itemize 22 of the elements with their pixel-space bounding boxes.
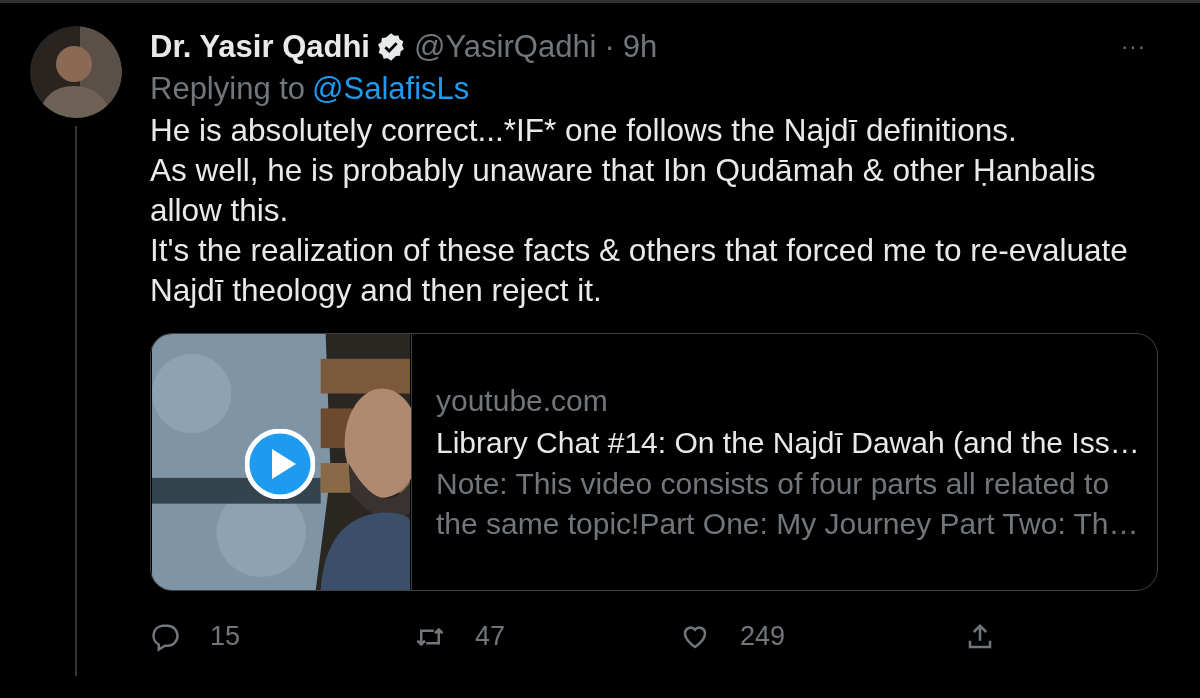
tweet-text: It's the realization of these facts & others that forced me to re-evaluate Najdī theology and then reject it. bbox=[150, 231, 1129, 310]
more-button[interactable]: ··· bbox=[1121, 34, 1146, 60]
reply-button[interactable]: 15 bbox=[150, 621, 415, 652]
mention-link[interactable]: @SalafisLs bbox=[312, 71, 470, 107]
retweet-button[interactable]: 47 bbox=[415, 621, 680, 652]
author-handle[interactable]: @YasirQadhi bbox=[414, 29, 597, 65]
author-name[interactable]: Dr. Yasir Qadhi bbox=[150, 29, 370, 65]
like-button[interactable]: 249 bbox=[680, 621, 945, 652]
replying-label: Replying to bbox=[150, 71, 306, 107]
timestamp[interactable]: 9h bbox=[622, 29, 658, 65]
card-title: Library Chat #14: On the Najdī Dawah (and the Iss… bbox=[436, 425, 1140, 461]
card-description: Note: This video consists of four parts all related to bbox=[436, 466, 1111, 502]
count: 249 bbox=[740, 621, 786, 652]
tweet-text: He is absolutely correct...*IF* one follows the Najdī definitions. bbox=[150, 111, 1018, 150]
separator: · bbox=[604, 29, 615, 65]
count: 47 bbox=[475, 621, 506, 652]
count: 15 bbox=[210, 621, 241, 652]
card-domain: youtube.com bbox=[436, 383, 609, 419]
play-icon[interactable] bbox=[245, 429, 315, 499]
card-description: the same topic!Part One: My Journey Part Two: Th… bbox=[436, 506, 1140, 542]
tweet-text: As well, he is probably unaware that Ibn Qudāmah & other Ḥanbalis allow this. bbox=[150, 151, 1097, 230]
link-card[interactable]: youtube.com Library Chat #14: On the Najdī Dawah (and the Iss… Note: This video consists of four parts all related to the same topic!Part One: My Journey Part Two: Th… bbox=[150, 333, 1158, 591]
